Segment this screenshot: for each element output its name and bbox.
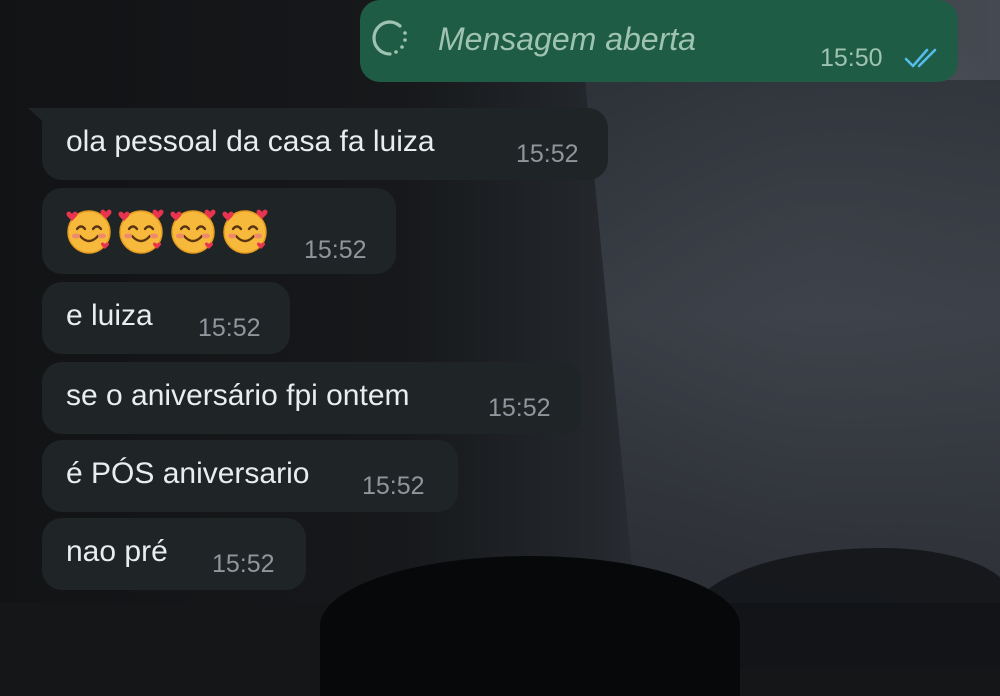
smiling-face-with-hearts-icon: [170, 209, 216, 254]
view-once-icon: [372, 20, 407, 56]
incoming-message-bubble[interactable]: se o aniversário fpi ontem 15:52: [42, 362, 582, 434]
incoming-message-text: se o aniversário fpi ontem: [66, 379, 410, 412]
outgoing-message-text: Mensagem aberta: [438, 21, 696, 57]
incoming-message-time: 15:52: [198, 314, 261, 342]
outgoing-message-bubble[interactable]: Mensagem aberta 15:50: [360, 0, 958, 82]
incoming-message-bubble[interactable]: e luiza 15:52: [42, 282, 290, 354]
incoming-message-bubble[interactable]: 15:52: [42, 188, 396, 274]
incoming-message-bubble[interactable]: nao pré 15:52: [42, 518, 306, 590]
smiling-face-with-hearts-icon: [66, 209, 112, 254]
incoming-message-bubble[interactable]: ola pessoal da casa fa luiza 15:52: [28, 108, 608, 180]
incoming-message-time: 15:52: [516, 140, 579, 168]
bubble-tail: [28, 108, 50, 128]
incoming-message-text: ola pessoal da casa fa luiza: [66, 125, 435, 158]
incoming-message-bubble[interactable]: é PÓS aniversario 15:52: [42, 440, 458, 512]
incoming-message-time: 15:52: [362, 472, 425, 500]
incoming-message-time: 15:52: [304, 236, 367, 264]
smiling-face-with-hearts-icon: [118, 209, 164, 254]
incoming-message-text: nao pré: [66, 535, 168, 568]
incoming-message-text: é PÓS aniversario: [66, 457, 310, 490]
smiling-face-with-hearts-icon: [222, 209, 268, 254]
double-check-icon: [904, 48, 937, 68]
emoji-row: [64, 205, 270, 255]
outgoing-message-time: 15:50: [820, 44, 883, 72]
message-list: Mensagem aberta 15:50 ola pessoal da cas…: [0, 0, 1000, 603]
incoming-message-text: e luiza: [66, 299, 153, 332]
incoming-message-time: 15:52: [212, 550, 275, 578]
incoming-message-time: 15:52: [488, 394, 551, 422]
